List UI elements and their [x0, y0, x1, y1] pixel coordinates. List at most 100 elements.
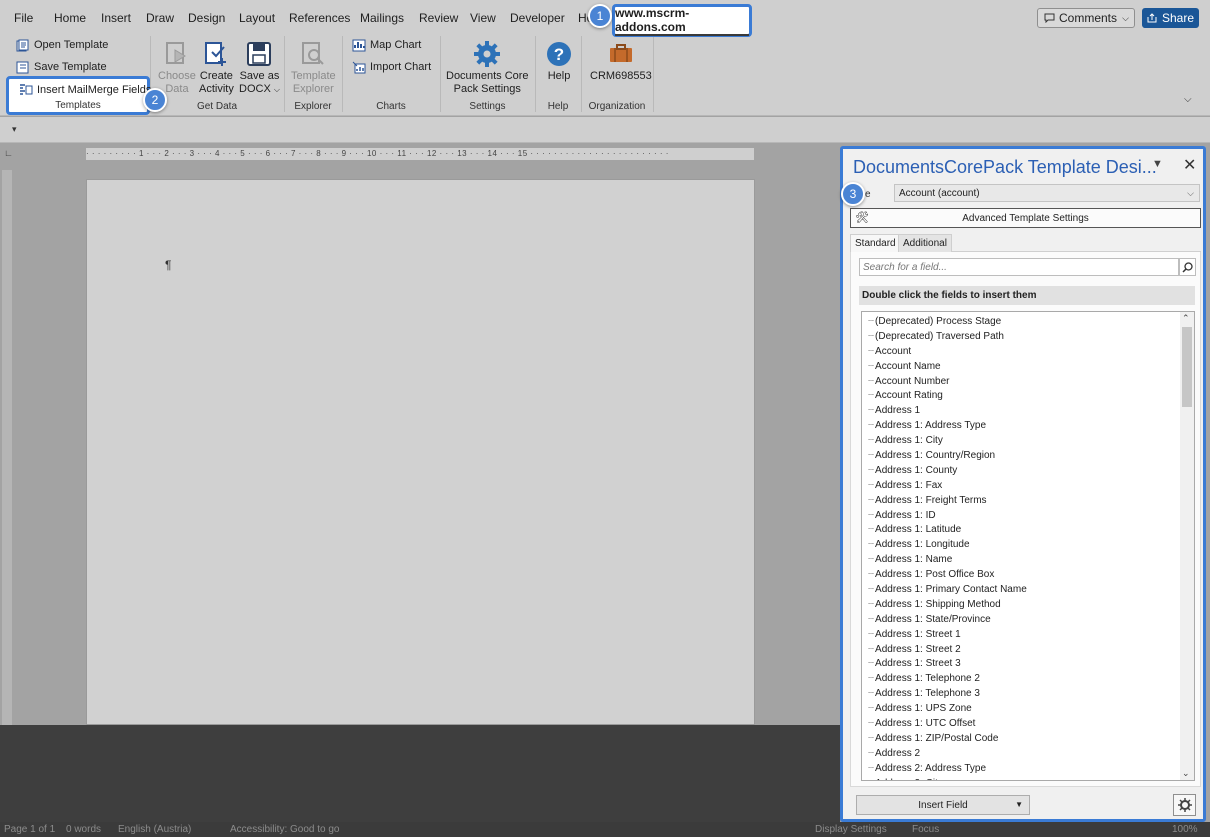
open-template-button[interactable]: Open Template [16, 36, 108, 54]
field-list-item-label: Address 1: Latitude [875, 524, 962, 536]
tree-connector: ┄ [868, 598, 874, 610]
import-chart-icon [352, 61, 366, 73]
document-page[interactable]: ¶ [86, 179, 755, 725]
menu-draw[interactable]: Draw [146, 11, 174, 25]
field-list-item[interactable]: ┄ Address 1: UTC Offset [868, 716, 1194, 731]
field-list-item[interactable]: ┄ Address 1 [868, 403, 1194, 418]
map-chart-button[interactable]: Map Chart [352, 36, 421, 54]
field-list-item[interactable]: ┄ Address 1: Name [868, 552, 1194, 567]
explorer-group-label: Explorer [294, 101, 332, 112]
field-list-item[interactable]: ┄ Account [868, 344, 1194, 359]
field-list-item[interactable]: ┄ Address 2: Address Type [868, 761, 1194, 776]
field-list-item[interactable]: ┄ Address 1: Fax [868, 478, 1194, 493]
tree-connector: ┄ [868, 494, 874, 506]
field-list-item[interactable]: ┄ Address 1: County [868, 463, 1194, 478]
accessibility-status[interactable]: Accessibility: Good to go [230, 824, 340, 835]
tree-connector: ┄ [868, 732, 874, 744]
field-list-item[interactable]: ┄ Address 2 [868, 746, 1194, 761]
scroll-up-icon[interactable]: ⌃ [1182, 313, 1190, 324]
field-list-item[interactable]: ┄ (Deprecated) Process Stage [868, 314, 1194, 329]
field-list-item[interactable]: ┄ Address 1: Freight Terms [868, 493, 1194, 508]
field-list-item[interactable]: ┄ Address 1: Street 1 [868, 627, 1194, 642]
menu-review[interactable]: Review [419, 11, 458, 25]
close-icon[interactable]: ✕ [1183, 155, 1196, 175]
field-list-item[interactable]: ┄ Account Number [868, 374, 1194, 389]
vertical-ruler[interactable] [2, 170, 12, 810]
field-search-input[interactable]: Search for a field... [859, 258, 1179, 276]
menu-home[interactable]: Home [54, 11, 86, 25]
field-list-item[interactable]: ┄ Address 1: Telephone 3 [868, 686, 1194, 701]
entity-select[interactable]: Account (account) ⌵ [894, 184, 1200, 202]
search-button[interactable] [1179, 258, 1196, 276]
template-explorer-button[interactable]: Template Explorer [291, 38, 336, 96]
save-template-button[interactable]: Save Template [16, 58, 107, 76]
menu-file[interactable]: File [14, 11, 33, 25]
dcp-settings-button[interactable]: Documents Core Pack Settings [446, 38, 529, 96]
page-count[interactable]: Page 1 of 1 [4, 824, 55, 835]
field-list-item-label: Address 1: Country/Region [875, 449, 996, 461]
field-list-item[interactable]: ┄ Address 1: ID [868, 508, 1194, 523]
menu-mailings[interactable]: Mailings [360, 11, 404, 25]
field-list-item[interactable]: ┄ Address 1: Address Type [868, 418, 1194, 433]
comments-button[interactable]: Comments ⌵ [1037, 8, 1135, 28]
word-count[interactable]: 0 words [66, 824, 101, 835]
templates-group-label: Templates [55, 100, 101, 111]
organization-button[interactable]: CRM698553 [590, 38, 652, 83]
advanced-settings-label: Advanced Template Settings [962, 212, 1089, 224]
scrollbar-thumb[interactable] [1182, 327, 1192, 407]
zoom-level[interactable]: 100% [1172, 824, 1198, 835]
field-list-item[interactable]: ┄ Address 1: Latitude [868, 522, 1194, 537]
field-list-item[interactable]: ┄ Address 1: Street 3 [868, 656, 1194, 671]
dcp-settings-line1: Documents Core [446, 70, 529, 82]
tab-additional[interactable]: Additional [898, 234, 952, 252]
field-list-item[interactable]: ┄ Account Name [868, 359, 1194, 374]
menu-design[interactable]: Design [188, 11, 225, 25]
field-list-item[interactable]: ┄ Address 1: Longitude [868, 537, 1194, 552]
save-as-docx-button[interactable]: Save as DOCX ⌵ [239, 38, 280, 96]
share-button[interactable]: Share [1142, 8, 1199, 28]
settings-group-label: Settings [469, 101, 506, 112]
field-list-item[interactable]: ┄ (Deprecated) Traversed Path [868, 329, 1194, 344]
field-list-item-label: Address 1: Street 1 [875, 628, 961, 640]
field-list-item[interactable]: ┄ Address 1: ZIP/Postal Code [868, 731, 1194, 746]
field-list-item[interactable]: ┄Address 2: City [868, 776, 1194, 780]
comment-icon [1044, 13, 1055, 23]
advanced-template-settings-button[interactable]: 🛠 Advanced Template Settings [850, 208, 1201, 228]
menu-developer[interactable]: Developer [510, 11, 565, 25]
horizontal-ruler[interactable]: · · · · · · · · · 1 · · · 2 · · · 3 · · … [86, 148, 754, 160]
display-settings[interactable]: Display Settings [815, 824, 887, 835]
pane-options-icon[interactable]: ▼ [1152, 158, 1163, 170]
customize-qat-icon[interactable]: ▾ [12, 124, 17, 135]
language-indicator[interactable]: English (Austria) [118, 824, 191, 835]
field-list-item[interactable]: ┄ Address 1: State/Province [868, 612, 1194, 627]
collapse-ribbon-icon[interactable]: ⌵ [1184, 94, 1192, 105]
field-list-item[interactable]: ┄ Address 1: Telephone 2 [868, 671, 1194, 686]
tab-standard[interactable]: Standard [850, 234, 901, 252]
field-list-item[interactable]: ┄ Address 1: Primary Contact Name [868, 582, 1194, 597]
import-chart-button[interactable]: Import Chart [352, 58, 431, 76]
field-list-scrollbar[interactable]: ⌃ ⌄ [1180, 312, 1194, 780]
field-list-item[interactable]: ┄ Address 1: Country/Region [868, 448, 1194, 463]
insert-field-button[interactable]: Insert Field ▼ [856, 795, 1030, 815]
insert-mailmerge-button[interactable]: Insert MailMerge Fields [19, 84, 151, 96]
focus-mode[interactable]: Focus [912, 824, 939, 835]
insert-instructions: Double click the fields to insert them [859, 286, 1195, 305]
field-list-item[interactable]: ┄ Address 1: Post Office Box [868, 567, 1194, 582]
menu-references[interactable]: References [289, 11, 350, 25]
menu-insert[interactable]: Insert [101, 11, 131, 25]
create-activity-button[interactable]: Create Activity [199, 38, 234, 96]
field-list-item[interactable]: ┄ Account Rating [868, 388, 1194, 403]
field-list-item[interactable]: ┄ Address 1: Shipping Method [868, 597, 1194, 612]
field-list-item[interactable]: ┄ Address 1: Street 2 [868, 642, 1194, 657]
field-list-item[interactable]: ┄ Address 1: UPS Zone [868, 701, 1194, 716]
menu-layout[interactable]: Layout [239, 11, 275, 25]
menu-view[interactable]: View [470, 11, 496, 25]
field-list-item[interactable]: ┄ Address 1: City [868, 433, 1194, 448]
help-button[interactable]: ? Help [544, 38, 574, 83]
choose-data-button[interactable]: Choose Data [158, 38, 196, 96]
pane-settings-button[interactable] [1173, 794, 1196, 816]
field-list-item-label: Account Number [875, 375, 950, 387]
scroll-down-icon[interactable]: ⌄ [1182, 768, 1190, 779]
tab-stop-icon[interactable]: ∟ [4, 148, 13, 158]
template-explorer-icon [302, 42, 325, 65]
